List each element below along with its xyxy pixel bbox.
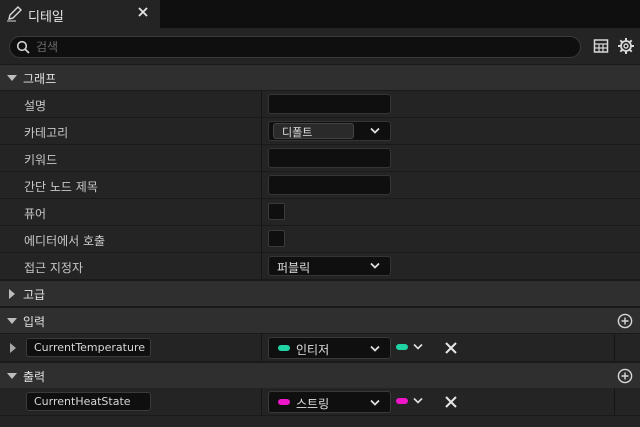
section-inputs-label: 입력 xyxy=(23,315,46,329)
section-outputs-label: 출력 xyxy=(23,370,46,384)
chevron-down-icon xyxy=(370,399,380,406)
section-graph[interactable]: 그래프 xyxy=(0,64,640,90)
pure-checkbox[interactable] xyxy=(268,203,285,220)
input-pin-type-dropdown[interactable]: 인티저 xyxy=(268,337,391,359)
chevron-down-icon xyxy=(7,318,17,324)
access-specifier-value: 퍼블릭 xyxy=(277,261,311,275)
section-advanced[interactable]: 고급 xyxy=(0,280,640,306)
pencil-icon xyxy=(7,6,22,22)
row-category: 카테고리 디폴트 xyxy=(0,118,640,145)
call-in-editor-checkbox[interactable] xyxy=(268,230,285,247)
add-input-icon[interactable] xyxy=(617,313,633,329)
table-icon[interactable] xyxy=(593,38,609,54)
section-graph-label: 그래프 xyxy=(23,72,57,86)
chevron-down-icon xyxy=(7,373,17,379)
chevron-down-icon xyxy=(370,127,380,134)
output-pin-type: 스트링 xyxy=(296,397,330,411)
chevron-down-icon xyxy=(413,397,423,404)
output-pin-type-dropdown[interactable]: 스트링 xyxy=(268,391,391,413)
input-pin-name-field[interactable]: CurrentTemperature xyxy=(26,338,151,357)
chevron-down-icon xyxy=(370,345,380,352)
category-value-box[interactable]: 디폴트 xyxy=(273,123,354,139)
description-field[interactable] xyxy=(268,94,391,114)
compact-node-title-field[interactable] xyxy=(268,175,391,195)
input-pin-name: CurrentTemperature xyxy=(34,341,145,354)
chevron-right-icon[interactable] xyxy=(9,343,17,353)
category-label: 카테고리 xyxy=(24,126,69,140)
row-keywords: 키워드 xyxy=(0,145,640,172)
panel-bottom xyxy=(0,416,640,427)
description-label: 설명 xyxy=(24,99,47,113)
remove-input-icon[interactable] xyxy=(444,341,458,355)
chevron-down-icon xyxy=(7,75,17,81)
search-icon xyxy=(16,40,30,54)
integer-type-pill xyxy=(278,345,290,351)
output-pin-row: CurrentHeatState 스트링 xyxy=(0,388,640,416)
row-compact-node-title: 간단 노드 제목 xyxy=(0,172,640,199)
access-specifier-dropdown[interactable]: 퍼블릭 xyxy=(268,256,391,276)
keywords-field[interactable] xyxy=(268,148,391,168)
gear-icon[interactable] xyxy=(617,37,635,55)
integer-type-pill xyxy=(396,344,408,350)
output-pin-name: CurrentHeatState xyxy=(34,395,131,408)
tab-title: 디테일 xyxy=(28,10,64,25)
remove-output-icon[interactable] xyxy=(444,395,458,409)
input-pin-type: 인티저 xyxy=(296,343,330,357)
output-pin-name-field[interactable]: CurrentHeatState xyxy=(26,392,151,411)
section-outputs[interactable]: 출력 xyxy=(0,362,640,388)
row-description: 설명 xyxy=(0,91,640,118)
row-pure: 퓨어 xyxy=(0,199,640,226)
compact-node-title-label: 간단 노드 제목 xyxy=(24,180,98,194)
row-call-in-editor: 에디터에서 호출 xyxy=(0,226,640,253)
tab-details[interactable]: 디테일 xyxy=(0,0,160,28)
call-in-editor-label: 에디터에서 호출 xyxy=(24,234,106,248)
keywords-label: 키워드 xyxy=(24,153,58,167)
access-specifier-label: 접근 지정자 xyxy=(24,261,84,275)
search-box[interactable] xyxy=(9,36,581,58)
row-access-specifier: 접근 지정자 퍼블릭 xyxy=(0,253,640,280)
search-input[interactable] xyxy=(36,38,556,56)
add-output-icon[interactable] xyxy=(617,368,633,384)
output-container-type-dropdown[interactable] xyxy=(396,396,426,408)
close-icon[interactable] xyxy=(137,6,149,18)
pure-label: 퓨어 xyxy=(24,207,47,221)
search-row xyxy=(0,28,640,64)
input-container-type-dropdown[interactable] xyxy=(396,342,426,354)
string-type-pill xyxy=(278,399,290,405)
category-dropdown[interactable]: 디폴트 xyxy=(268,121,391,141)
chevron-down-icon xyxy=(370,262,380,269)
input-pin-row: CurrentTemperature 인티저 xyxy=(0,334,640,362)
chevron-down-icon xyxy=(413,343,423,350)
chevron-right-icon xyxy=(9,289,15,299)
category-value: 디폴트 xyxy=(282,126,313,139)
section-advanced-label: 고급 xyxy=(23,288,46,302)
tab-bar: 디테일 xyxy=(0,0,640,28)
section-inputs[interactable]: 입력 xyxy=(0,307,640,333)
string-type-pill xyxy=(396,398,408,404)
